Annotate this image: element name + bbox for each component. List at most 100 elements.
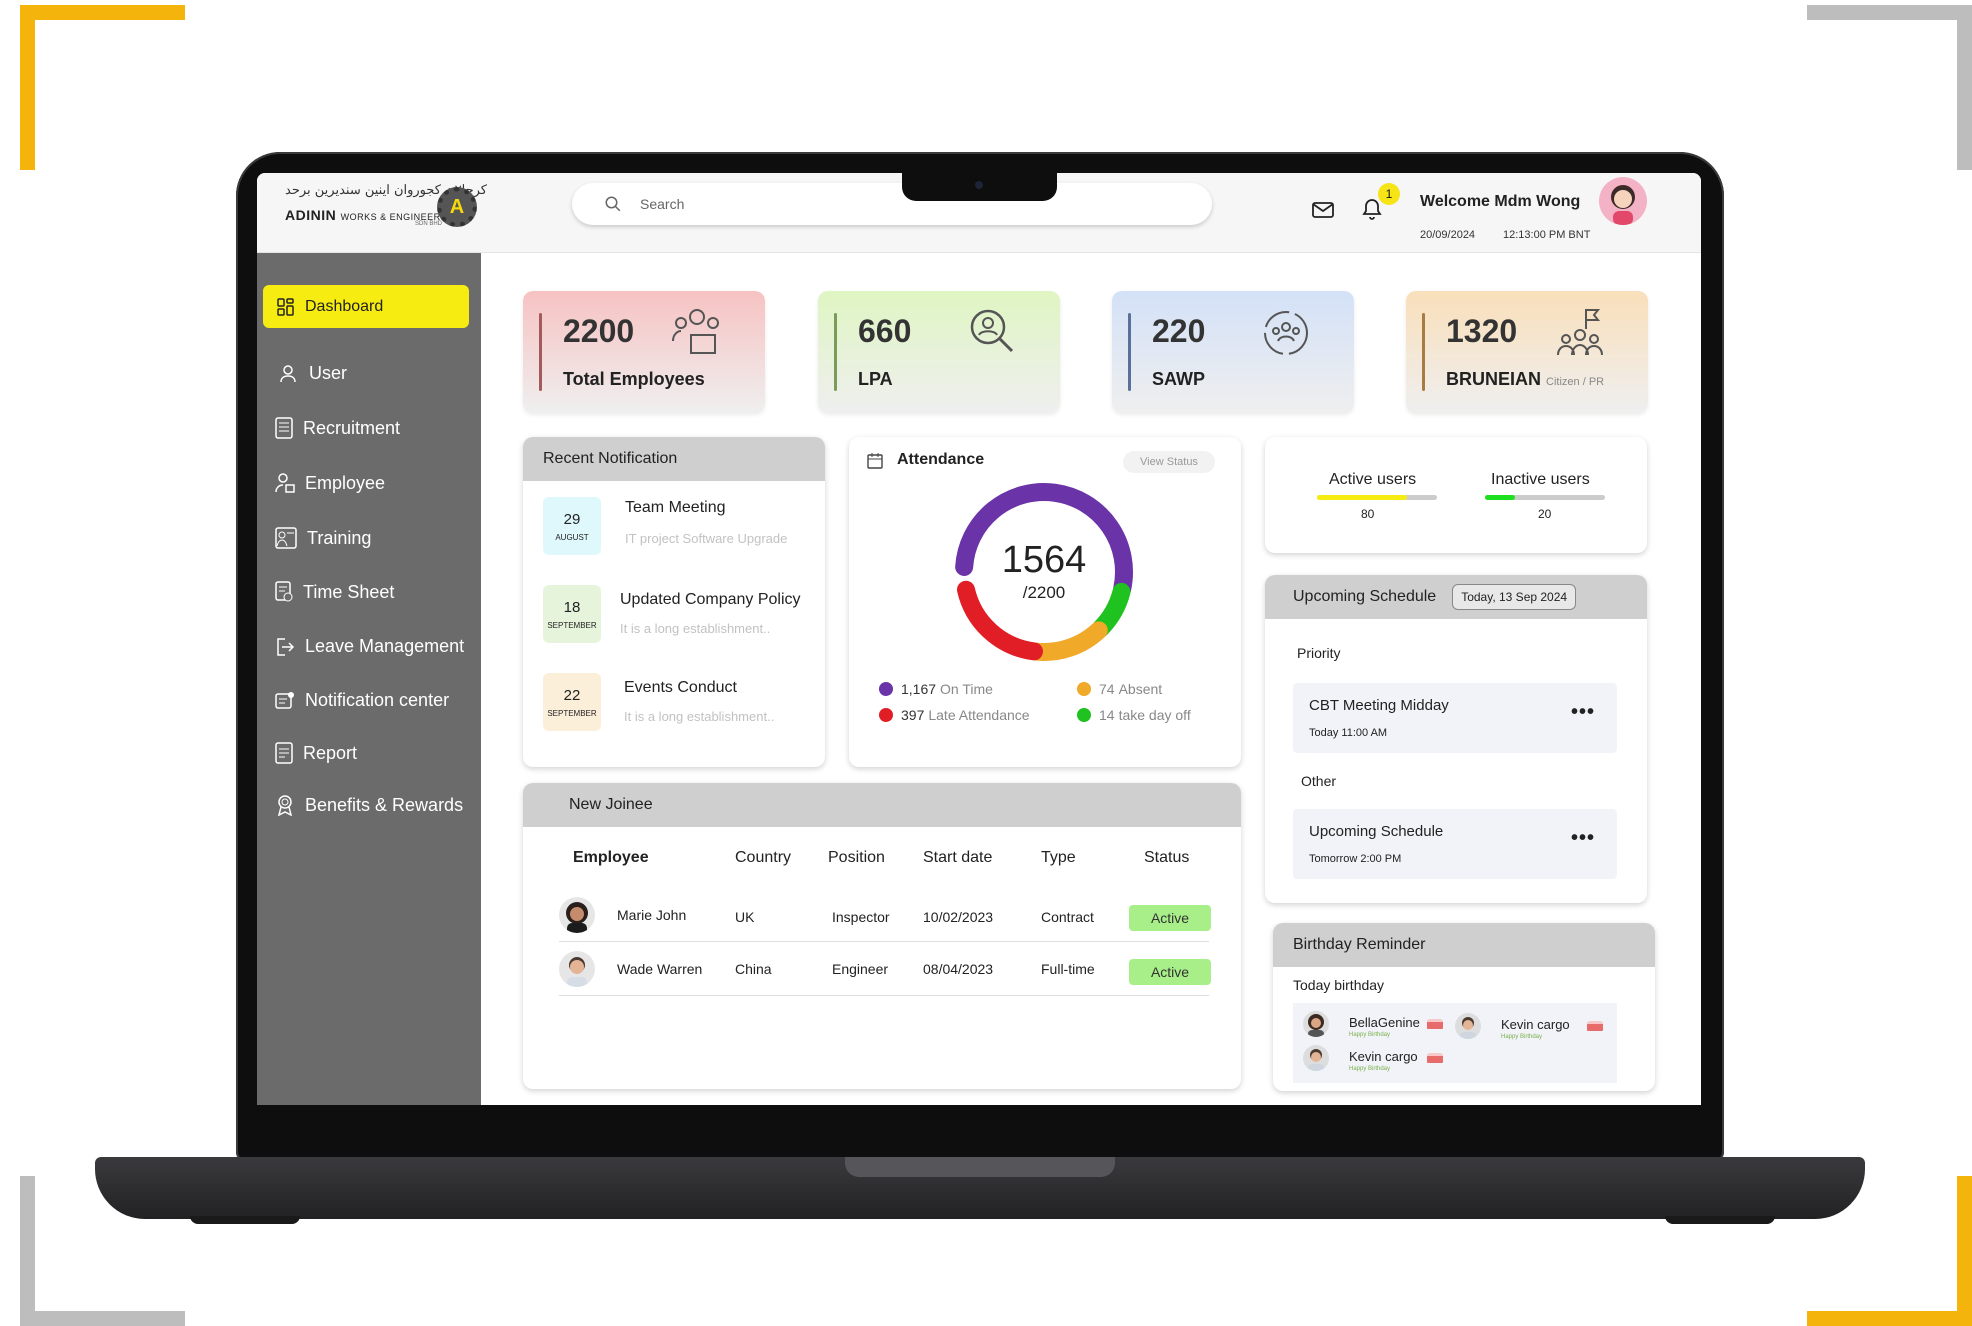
active-users-fill: [1317, 495, 1407, 500]
notification-month: SEPTEMBER: [547, 709, 597, 718]
grid-icon: [277, 297, 294, 316]
birthday-person-2[interactable]: Kevin cargo Happy Birthday: [1501, 1017, 1570, 1040]
birthday-reminder-title: Birthday Reminder: [1273, 923, 1655, 967]
sidebar-item-dashboard[interactable]: Dashboard: [263, 285, 469, 328]
birthday-person-3[interactable]: Kevin cargo Happy Birthday: [1349, 1049, 1418, 1072]
sidebar-item-report[interactable]: Report: [275, 742, 357, 764]
avatar-photo: [566, 902, 588, 933]
stat-accent-bar: [539, 313, 542, 391]
legend-day-off: 14 take day off: [1077, 707, 1191, 723]
row-divider: [559, 995, 1209, 996]
inactive-users-value: 20: [1538, 507, 1552, 521]
employee-type: Full-time: [1041, 961, 1095, 977]
employee-type: Contract: [1041, 909, 1094, 925]
sidebar-item-label: Time Sheet: [303, 581, 395, 602]
stat-card-lpa[interactable]: 660 LPA: [818, 291, 1060, 413]
active-users-card: Active users 80 Inactive users 20: [1265, 437, 1647, 553]
more-options-icon[interactable]: •••: [1571, 827, 1595, 850]
schedule-date-chip[interactable]: Today, 13 Sep 2024: [1452, 584, 1577, 610]
birthday-name: Kevin cargo: [1501, 1017, 1570, 1032]
employees-group-icon: [672, 309, 719, 354]
birthday-person-1[interactable]: BellaGenine Happy Birthday: [1349, 1015, 1420, 1038]
stat-card-bruneian[interactable]: 1320 BRUNEIAN Citizen / PR: [1406, 291, 1648, 413]
legend-dot: [879, 682, 893, 696]
schedule-item-title: CBT Meeting Midday: [1309, 697, 1449, 714]
notification-title-1[interactable]: Team Meeting: [625, 499, 726, 517]
employee-position: Inspector: [832, 909, 890, 925]
report-icon: [275, 742, 293, 764]
sidebar-item-recruitment[interactable]: Recruitment: [275, 417, 400, 439]
sidebar-item-timesheet[interactable]: Time Sheet: [275, 581, 394, 603]
upcoming-schedule-title: Upcoming Schedule: [1293, 588, 1437, 605]
legend-label: take day off: [1118, 707, 1191, 723]
sidebar-item-benefits-rewards[interactable]: Benefits & Rewards: [275, 794, 463, 816]
sidebar-item-leave-management[interactable]: Leave Management: [275, 636, 464, 657]
column-header-employee[interactable]: Employee: [573, 849, 649, 867]
priority-schedule-item[interactable]: CBT Meeting Midday Today 11:00 AM •••: [1293, 683, 1617, 753]
active-users-value: 80: [1361, 507, 1375, 521]
sidebar-item-notification-center[interactable]: Notification center: [275, 690, 449, 711]
active-users-track: [1317, 495, 1437, 500]
user-icon: [280, 364, 296, 382]
current-date: 20/09/2024: [1420, 229, 1476, 241]
column-header-position[interactable]: Position: [828, 849, 885, 867]
stat-card-sawp[interactable]: 220 SAWP: [1112, 291, 1354, 413]
sidebar-item-label: User: [309, 363, 348, 383]
cake-icon: [1427, 1053, 1443, 1063]
company-logo[interactable]: كرجا٢ن كجوروان اينين سنديرين برحد ADININ…: [285, 183, 487, 235]
stat-label: Total Employees: [563, 369, 705, 389]
camera-notch: [902, 173, 1057, 201]
other-label: Other: [1301, 773, 1337, 789]
other-schedule-item[interactable]: Upcoming Schedule Tomorrow 2:00 PM •••: [1293, 809, 1617, 879]
sidebar-item-employee[interactable]: Employee: [275, 472, 385, 494]
stat-accent-bar: [834, 313, 837, 391]
employee-name: Marie John: [617, 907, 687, 923]
sidebar-item-label: Training: [307, 527, 372, 548]
stat-card-total-employees[interactable]: 2200 Total Employees: [523, 291, 765, 413]
camera-lens: [975, 181, 983, 189]
inactive-users-fill: [1485, 495, 1515, 500]
birthday-avatar: [1303, 1011, 1329, 1037]
user-avatar[interactable]: [1599, 177, 1647, 225]
logo-sdn: SDN BHD: [415, 221, 443, 227]
notification-sub-3: It is a long establishment..: [624, 709, 775, 724]
search-bar[interactable]: Search: [572, 183, 1212, 225]
search-placeholder: Search: [640, 196, 685, 212]
sidebar-item-label: Leave Management: [305, 636, 465, 656]
employee-name: Wade Warren: [617, 961, 703, 977]
notification-month: AUGUST: [555, 533, 589, 542]
legend-value: 14: [1099, 707, 1115, 723]
birthday-reminder-card: Birthday Reminder Today birthday BellaGe…: [1273, 923, 1655, 1091]
sidebar-item-training[interactable]: Training: [275, 527, 371, 549]
avatar-illustration: [1611, 185, 1635, 225]
logo-mark: A: [449, 195, 465, 218]
training-icon: [275, 527, 297, 549]
column-header-start-date[interactable]: Start date: [923, 849, 992, 867]
column-header-type[interactable]: Type: [1041, 849, 1076, 867]
notification-sub-2: It is a long establishment..: [620, 621, 771, 636]
dashboard-screen: كرجا٢ن كجوروان اينين سنديرين برحد ADININ…: [257, 173, 1701, 1105]
stat-label: SAWP: [1152, 369, 1206, 389]
search-person-icon: [970, 309, 1014, 353]
column-header-status[interactable]: Status: [1144, 849, 1189, 867]
today-birthday-label: Today birthday: [1293, 977, 1385, 993]
corner-frame-top-left: [20, 5, 185, 170]
new-joinee-card: New Joinee Employee Country Position Sta…: [523, 783, 1241, 1089]
notification-title-2[interactable]: Updated Company Policy: [620, 591, 801, 609]
birthday-list: BellaGenine Happy Birthday Kevin cargo Hap…: [1293, 1003, 1617, 1083]
timesheet-icon: [275, 581, 293, 602]
column-header-country[interactable]: Country: [735, 849, 791, 867]
award-icon: [277, 795, 293, 816]
view-status-button[interactable]: View Status: [1123, 451, 1215, 473]
legend-label: Late Attendance: [928, 707, 1030, 723]
notification-title-3[interactable]: Events Conduct: [624, 679, 737, 697]
employee-avatar: [559, 951, 595, 987]
more-options-icon[interactable]: •••: [1571, 701, 1595, 724]
calendar-icon: [867, 453, 883, 469]
notification-day: 29: [563, 511, 581, 528]
birthday-note: Happy Birthday: [1501, 1034, 1543, 1040]
avatar-photo: [1308, 1014, 1324, 1037]
sidebar-item-user[interactable]: User: [279, 363, 347, 384]
mail-icon[interactable]: [1312, 201, 1334, 219]
bell-icon[interactable]: [1362, 198, 1382, 220]
